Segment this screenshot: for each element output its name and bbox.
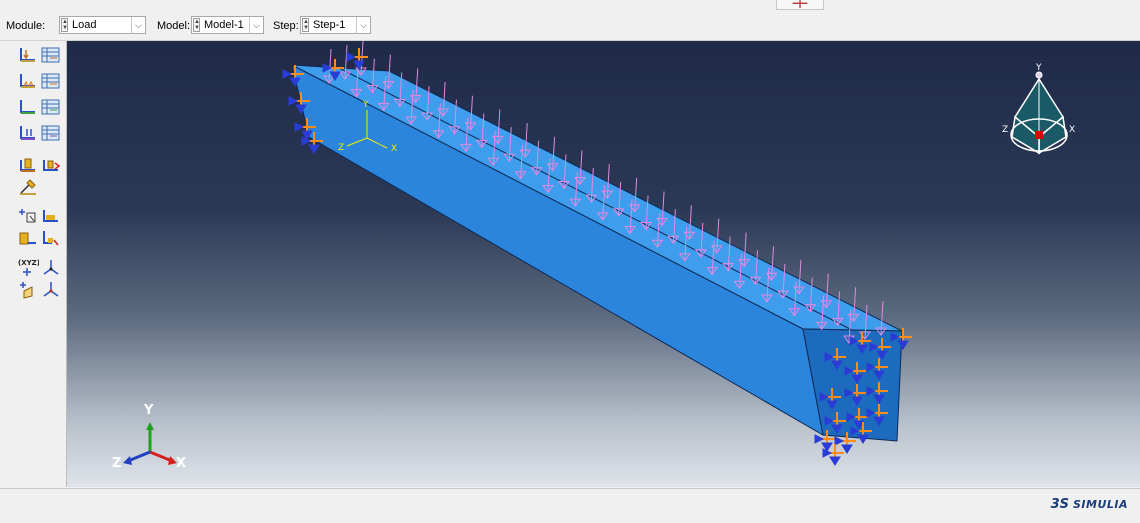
view-cube-y-label: Y	[1035, 63, 1042, 73]
local-csys-y-label: Y	[362, 100, 369, 110]
partition-cell-icon[interactable]	[40, 206, 62, 226]
create-predefined-field-icon[interactable]	[17, 97, 39, 117]
toolbar-stub-icon[interactable]: ━╋━	[776, 0, 824, 10]
simulia-logo: 3S SIMULIA	[1051, 497, 1128, 512]
beam-front-face	[291, 64, 824, 436]
create-boundary-condition-icon[interactable]	[17, 71, 39, 91]
global-axis-triad: Y X Z	[112, 403, 186, 471]
pressure-arrow	[875, 300, 887, 336]
create-datum-point-icon[interactable]	[17, 228, 39, 248]
triad-x-label: X	[176, 456, 186, 471]
dassault-logo-mark: 3S	[1050, 497, 1069, 512]
status-bar: 3S SIMULIA	[0, 488, 1140, 523]
module-toolbox: (XYZ)	[0, 41, 67, 487]
model-dropdown-chevron-icon[interactable]: ⌵	[249, 17, 263, 33]
view-cube[interactable]: Y X Z	[1002, 63, 1075, 155]
create-datum-axis-icon[interactable]	[40, 228, 62, 248]
view-cube-x-label: X	[1069, 125, 1075, 135]
context-bar: Module: ▲ ▼ Load ⌵ Model: ▲ ▼ Model-1 ⌵ St…	[0, 0, 1140, 41]
create-load-icon[interactable]	[17, 45, 39, 65]
simulia-logo-text: SIMULIA	[1072, 498, 1128, 511]
step-spin-icon[interactable]: ▲ ▼	[302, 18, 309, 32]
boundary-condition-symbol	[346, 48, 368, 70]
model-scene: Y X Z Y X Z Y X Z	[112, 41, 1075, 471]
beam-part[interactable]	[291, 64, 903, 442]
pressure-arrow	[339, 44, 351, 80]
step-dropdown-chevron-icon[interactable]: ⌵	[356, 17, 370, 33]
model-spin-icon[interactable]: ▲ ▼	[193, 18, 200, 32]
local-csys-x-label: X	[391, 144, 397, 154]
boundary-condition-manager-icon[interactable]	[40, 71, 62, 91]
module-select[interactable]: ▲ ▼ Load ⌵	[59, 16, 146, 34]
module-dropdown-chevron-icon[interactable]: ⌵	[131, 17, 145, 33]
create-set-icon[interactable]	[40, 155, 62, 175]
predefined-field-manager-icon[interactable]	[40, 97, 62, 117]
create-datum-csys-icon[interactable]	[40, 257, 62, 277]
step-value: Step-1	[313, 19, 346, 31]
triad-y-label: Y	[143, 403, 154, 418]
module-value: Load	[72, 19, 97, 31]
partition-face-icon[interactable]	[17, 206, 39, 226]
load-case-manager-icon[interactable]	[40, 123, 62, 143]
model-label: Model:	[157, 20, 191, 32]
step-label: Step:	[273, 20, 299, 32]
datum-plane-tool-icon[interactable]	[17, 279, 39, 299]
module-spin-icon[interactable]: ▲ ▼	[61, 18, 68, 32]
step-select[interactable]: ▲ ▼ Step-1 ⌵	[300, 16, 371, 34]
create-surface-icon[interactable]	[17, 177, 39, 197]
model-viewport[interactable]: Y X Z Y X Z Y X Z	[67, 41, 1140, 487]
datum-csys-tool-icon[interactable]	[40, 279, 62, 299]
load-manager-icon[interactable]	[40, 45, 62, 65]
svg-text:(XYZ): (XYZ)	[18, 259, 39, 267]
create-load-case-icon[interactable]	[17, 123, 39, 143]
create-datum-plane-icon[interactable]: (XYZ)	[17, 257, 40, 277]
assign-field-icon[interactable]	[17, 155, 39, 175]
model-select[interactable]: ▲ ▼ Model-1 ⌵	[191, 16, 264, 34]
triad-z-label: Z	[112, 456, 121, 471]
module-label: Module:	[6, 20, 46, 32]
local-csys-z-label: Z	[338, 143, 344, 153]
view-cube-z-label: Z	[1002, 125, 1008, 135]
model-value: Model-1	[204, 19, 244, 31]
